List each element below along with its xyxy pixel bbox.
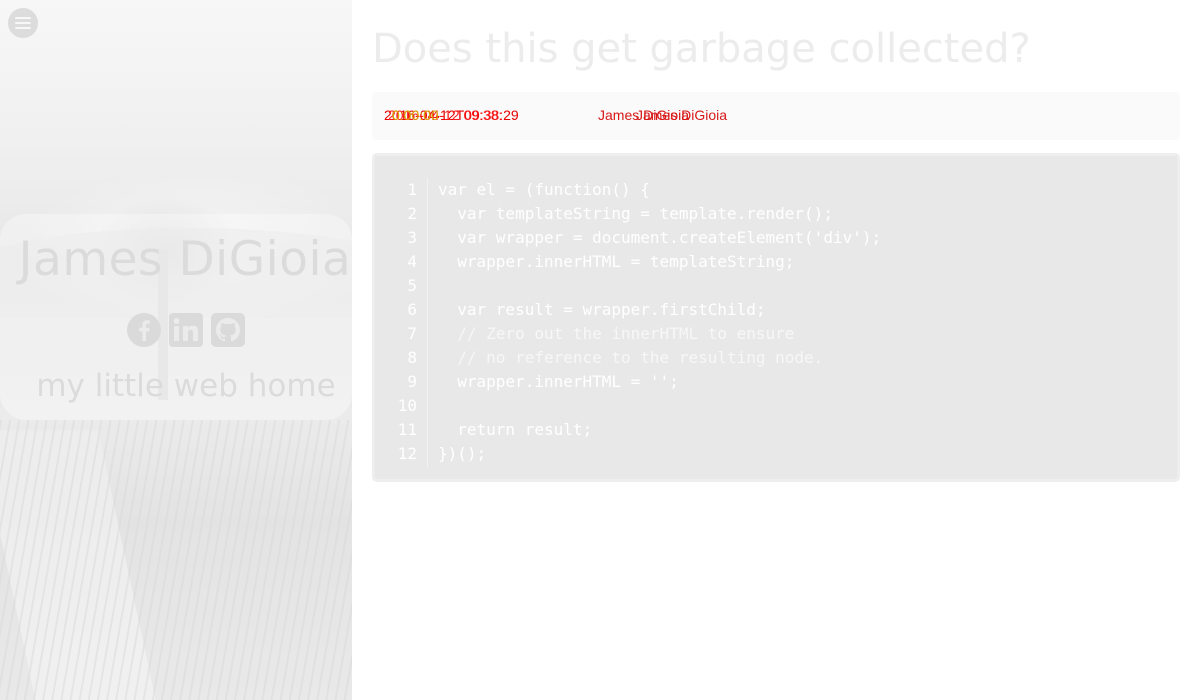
line-number: 12 (397, 444, 417, 463)
facebook-icon[interactable] (126, 312, 162, 348)
code-line: })(); (438, 444, 487, 463)
hamburger-menu-icon (15, 17, 31, 29)
line-number: 11 (397, 420, 417, 439)
post-meta-bar: 2016-04-12T09:38:29 2016-04-12 09:38: 0:… (372, 92, 1180, 140)
code-line-comment: // Zero out the innerHTML to ensure (438, 324, 795, 343)
line-number: 3 (407, 228, 417, 247)
background-grass (0, 420, 352, 700)
code-line: var el = (function() { (438, 180, 650, 199)
line-number: 4 (407, 252, 417, 271)
code-line: wrapper.innerHTML = ''; (438, 372, 679, 391)
code-gutter: 1 2 3 4 5 6 7 8 9 10 11 12 (393, 178, 428, 468)
post-author-echo: James DiGioia (636, 107, 728, 123)
profile-tagline: my little web home (36, 368, 336, 404)
code-line: var result = wrapper.firstChild; (438, 300, 766, 319)
code-block: 1 2 3 4 5 6 7 8 9 10 11 12 var el = (fun… (372, 153, 1180, 482)
line-number: 8 (407, 348, 417, 367)
profile-name[interactable]: James DiGioia (0, 232, 352, 287)
social-links (126, 312, 246, 348)
menu-button[interactable] (8, 8, 38, 38)
code-content[interactable]: var el = (function() { var templateStrin… (438, 178, 881, 466)
code-line: wrapper.innerHTML = templateString; (438, 252, 795, 271)
line-number: 9 (407, 372, 417, 391)
sidebar: James DiGioia my little web home (0, 0, 352, 700)
line-number: 6 (407, 300, 417, 319)
post-title: Does this get garbage collected? (372, 26, 1031, 72)
github-icon[interactable] (210, 312, 246, 348)
line-number: 5 (407, 276, 417, 295)
code-line: return result; (438, 420, 593, 439)
linkedin-icon[interactable] (168, 312, 204, 348)
line-number: 1 (407, 180, 417, 199)
code-line: var templateString = template.render(); (438, 204, 833, 223)
code-line-comment: // no reference to the resulting node. (438, 348, 824, 367)
line-number: 2 (407, 204, 417, 223)
code-line: var wrapper = document.createElement('di… (438, 228, 882, 247)
post-date-overlap-secondary: 0:00:00 (392, 107, 439, 123)
line-number: 10 (397, 396, 417, 415)
line-number: 7 (407, 324, 417, 343)
